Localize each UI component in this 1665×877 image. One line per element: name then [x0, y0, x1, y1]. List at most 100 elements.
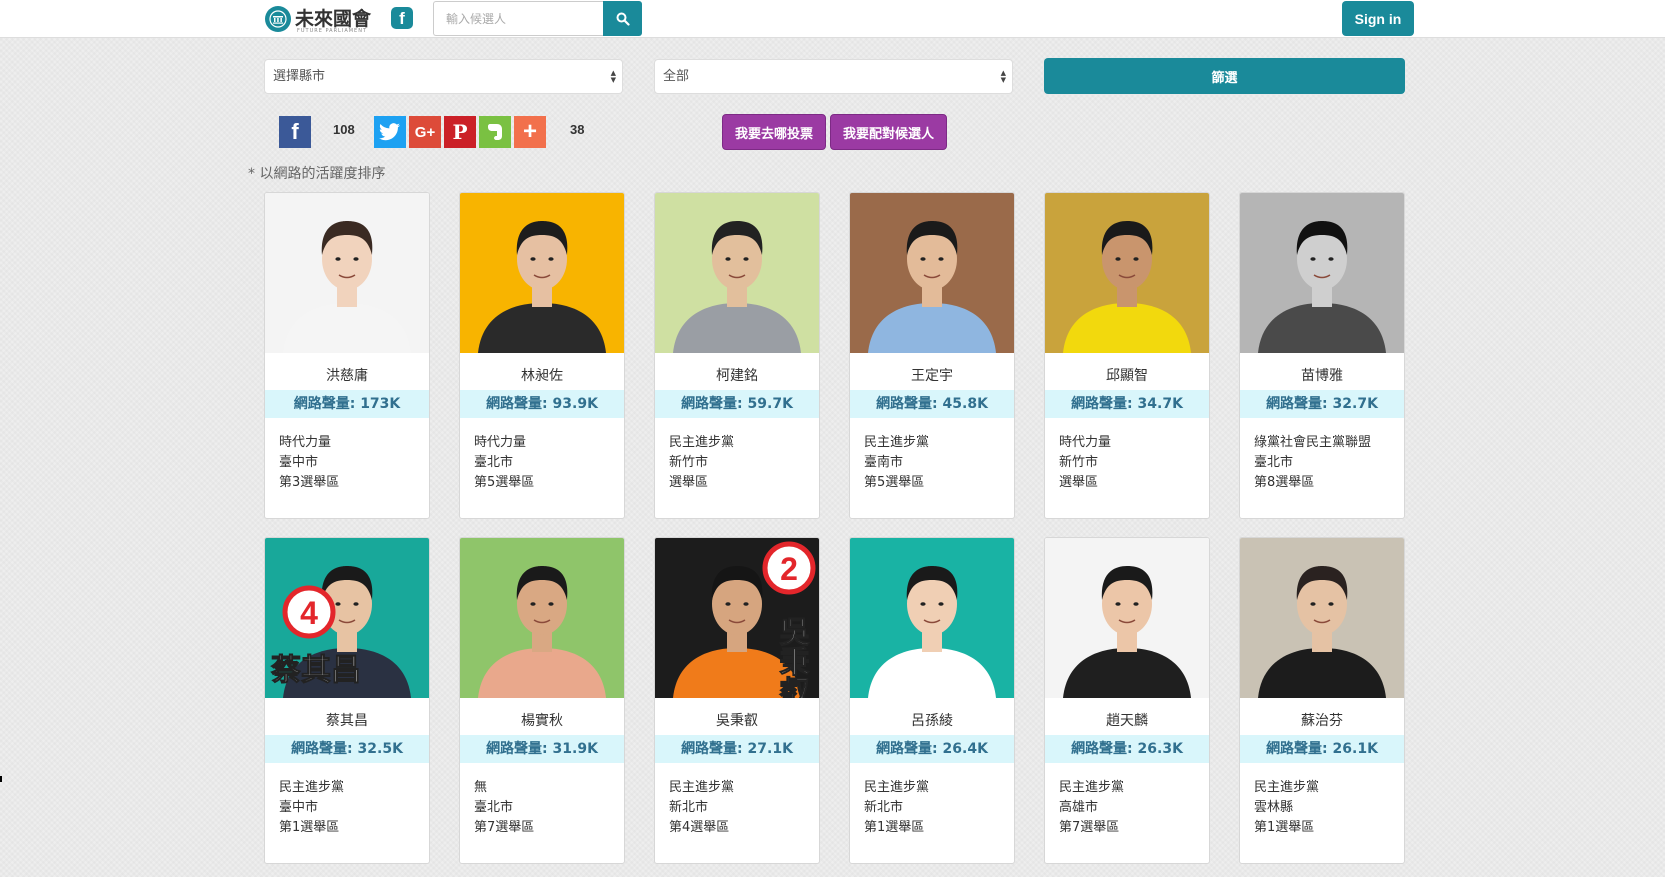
- match-candidate-button[interactable]: 我要配對候選人: [830, 114, 947, 150]
- candidate-district: 第7選舉區: [1059, 820, 1120, 835]
- candidate-photo[interactable]: 4 蔡其昌: [265, 538, 429, 698]
- search-button[interactable]: [603, 1, 642, 36]
- candidate-name[interactable]: 呂孫綾: [850, 710, 1014, 730]
- candidate-photo[interactable]: [1240, 538, 1404, 698]
- candidate-city: 新竹市: [669, 455, 709, 470]
- facebook-share-count: 108: [333, 122, 355, 137]
- parliament-icon: [265, 6, 291, 32]
- candidate-name[interactable]: 蘇治芬: [1240, 710, 1404, 730]
- filter-button[interactable]: 篩選: [1044, 58, 1405, 94]
- candidate-city: 臺中市: [279, 455, 319, 470]
- candidate-district: 第5選舉區: [474, 475, 535, 490]
- candidate-card[interactable]: 邱顯智 網路聲量: 34.7K 時代力量 新竹市 選舉區: [1044, 192, 1210, 519]
- facebook-icon[interactable]: f: [391, 7, 413, 29]
- select-arrows-icon: ▲ ▼: [1000, 69, 1006, 84]
- web-volume-badge: 網路聲量: 34.7K: [1045, 390, 1209, 418]
- county-select[interactable]: 選擇縣市 ▲ ▼: [264, 59, 623, 94]
- candidate-card[interactable]: 王定宇 網路聲量: 45.8K 民主進步黨 臺南市 第5選舉區: [849, 192, 1015, 519]
- share-googleplus-icon[interactable]: G+: [409, 116, 441, 148]
- candidate-photo[interactable]: [850, 193, 1014, 353]
- candidate-district: 第7選舉區: [474, 820, 535, 835]
- candidate-card[interactable]: 趙天麟 網路聲量: 26.3K 民主進步黨 高雄市 第7選舉區: [1044, 537, 1210, 864]
- logo-subtitle: FUTURE PARLIAMENT: [297, 28, 368, 34]
- candidate-city: 臺北市: [474, 800, 514, 815]
- candidate-photo[interactable]: [1045, 538, 1209, 698]
- share-twitter-icon[interactable]: [374, 116, 406, 148]
- candidate-city: 新北市: [864, 800, 904, 815]
- share-more-icon[interactable]: +: [514, 116, 546, 148]
- candidate-search-input[interactable]: [433, 1, 603, 36]
- candidate-name[interactable]: 林昶佐: [460, 365, 624, 385]
- where-to-vote-button[interactable]: 我要去哪投票: [722, 114, 826, 150]
- web-volume-badge: 網路聲量: 32.7K: [1240, 390, 1404, 418]
- party-select[interactable]: 全部 ▲ ▼: [654, 59, 1013, 94]
- candidate-party: 無: [474, 780, 488, 795]
- candidate-city: 臺南市: [864, 455, 904, 470]
- sort-note: * 以網路的活躍度排序: [248, 166, 386, 182]
- site-logo[interactable]: 未來國會 FUTURE PARLIAMENT: [265, 4, 371, 34]
- candidate-party: 民主進步黨: [279, 780, 345, 795]
- candidate-party: 時代力量: [1059, 435, 1112, 450]
- scroll-marker: [0, 776, 2, 782]
- web-volume-badge: 網路聲量: 26.3K: [1045, 735, 1209, 763]
- candidate-card[interactable]: 楊實秋網路聲量: 31.9K 無臺北市第7選舉區: [459, 537, 625, 864]
- candidate-name[interactable]: 吳秉叡: [655, 710, 819, 730]
- web-volume-badge: 網路聲量: 93.9K: [460, 390, 624, 418]
- candidate-party: 民主進步黨: [669, 780, 735, 795]
- county-select-value: 選擇縣市: [273, 69, 326, 84]
- candidate-party: 民主進步黨: [1254, 780, 1320, 795]
- search-icon: [616, 12, 630, 26]
- candidate-district: 選舉區: [1059, 475, 1099, 490]
- candidate-photo[interactable]: [460, 193, 624, 353]
- candidate-district: 第5選舉區: [864, 475, 925, 490]
- candidate-city: 臺北市: [474, 455, 514, 470]
- web-volume-badge: 網路聲量: 32.5K: [265, 735, 429, 763]
- share-facebook-icon[interactable]: f: [279, 116, 311, 148]
- party-select-value: 全部: [663, 69, 690, 84]
- candidate-card[interactable]: 蘇治芬 網路聲量: 26.1K 民主進步黨 雲林縣 第1選舉區: [1239, 537, 1405, 864]
- ballot-number-badge: 2: [762, 541, 816, 595]
- candidate-party: 民主進步黨: [864, 780, 930, 795]
- ballot-number-badge: 4: [282, 585, 336, 639]
- campaign-slogan-text: 蔡其昌: [271, 653, 361, 688]
- candidate-name[interactable]: 趙天麟: [1045, 710, 1209, 730]
- candidate-card[interactable]: 洪慈庸 網路聲量: 173K 時代力量 臺中市 第3選舉區: [264, 192, 430, 519]
- candidate-card[interactable]: 苗博雅 網路聲量: 32.7K 綠黨社會民主黨聯盟 臺北市 第8選舉區: [1239, 192, 1405, 519]
- web-volume-badge: 網路聲量: 26.4K: [850, 735, 1014, 763]
- candidate-district: 第4選舉區: [669, 820, 730, 835]
- campaign-slogan-text: 吳秉叡: [774, 616, 811, 698]
- candidate-photo[interactable]: [265, 193, 429, 353]
- share-pinterest-icon[interactable]: P: [444, 116, 476, 148]
- candidate-party: 民主進步黨: [1059, 780, 1125, 795]
- candidate-name[interactable]: 苗博雅: [1240, 365, 1404, 385]
- candidate-card[interactable]: 林昶佐 網路聲量: 93.9K 時代力量 臺北市 第5選舉區: [459, 192, 625, 519]
- sign-in-button[interactable]: Sign in: [1342, 1, 1414, 36]
- candidate-party: 民主進步黨: [864, 435, 930, 450]
- candidate-photo[interactable]: [1240, 193, 1404, 353]
- web-volume-badge: 網路聲量: 59.7K: [655, 390, 819, 418]
- candidate-name[interactable]: 洪慈庸: [265, 365, 429, 385]
- candidate-card[interactable]: 4 蔡其昌 蔡其昌 網路聲量: 32.5K 民主進步黨 臺中市 第1選舉區: [264, 537, 430, 864]
- candidate-name[interactable]: 柯建銘: [655, 365, 819, 385]
- candidate-name[interactable]: 王定宇: [850, 365, 1014, 385]
- candidate-name[interactable]: 楊實秋: [460, 710, 624, 730]
- top-navbar: 未來國會 FUTURE PARLIAMENT f Sign in: [0, 0, 1665, 38]
- logo-text: 未來國會: [295, 8, 372, 30]
- candidate-card[interactable]: 呂孫綾 網路聲量: 26.4K 民主進步黨 新北市 第1選舉區: [849, 537, 1015, 864]
- candidate-photo[interactable]: [850, 538, 1014, 698]
- candidate-name[interactable]: 邱顯智: [1045, 365, 1209, 385]
- candidate-card[interactable]: 柯建銘 網路聲量: 59.7K 民主進步黨 新竹市 選舉區: [654, 192, 820, 519]
- svg-text:2: 2: [780, 551, 798, 587]
- web-volume-badge: 網路聲量: 26.1K: [1240, 735, 1404, 763]
- candidate-city: 新北市: [669, 800, 709, 815]
- candidate-photo[interactable]: [460, 538, 624, 698]
- select-arrows-icon: ▲ ▼: [610, 69, 616, 84]
- web-volume-badge: 網路聲量: 31.9K: [460, 735, 624, 763]
- candidate-name[interactable]: 蔡其昌: [265, 710, 429, 730]
- share-evernote-icon[interactable]: [479, 116, 511, 148]
- candidate-photo[interactable]: 2 吳秉叡: [655, 538, 819, 698]
- candidate-photo[interactable]: [655, 193, 819, 353]
- candidate-photo[interactable]: [1045, 193, 1209, 353]
- candidate-card[interactable]: 2 吳秉叡 吳秉叡 網路聲量: 27.1K 民主進步黨 新北市 第4選舉區: [654, 537, 820, 864]
- candidate-party: 時代力量: [279, 435, 332, 450]
